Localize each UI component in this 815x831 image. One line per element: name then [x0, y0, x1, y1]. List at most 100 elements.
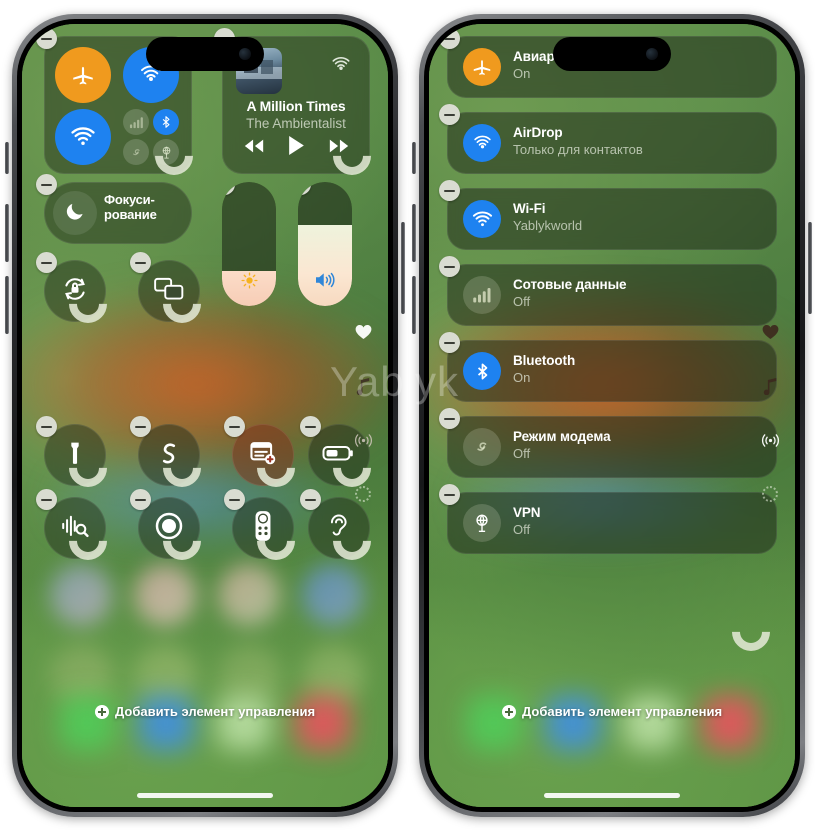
volume-slider[interactable]: [298, 182, 352, 306]
remove-badge-flashlight[interactable]: [36, 416, 57, 437]
list-item-cellular-data[interactable]: Сотовые данные Off: [439, 256, 777, 326]
volume-down-button-right[interactable]: [412, 276, 416, 334]
row-state: Off: [513, 294, 531, 309]
remove-badge-row-cellular[interactable]: [439, 256, 460, 277]
music-note-icon[interactable]: [762, 377, 778, 400]
connectivity-expanded-list: Авиарежим On AirDrop Только для контакто…: [439, 28, 777, 568]
personal-hotspot-toggle[interactable]: [123, 139, 149, 165]
airplane-icon: [70, 62, 96, 88]
resize-handle-remote[interactable]: [272, 537, 298, 563]
front-camera-right: [646, 48, 658, 60]
wifi-toggle[interactable]: [55, 109, 111, 165]
power-button[interactable]: [401, 222, 405, 314]
remove-badge-screen-mirroring[interactable]: [130, 252, 151, 273]
list-item-personal-hotspot[interactable]: Режим модема Off: [439, 408, 777, 478]
airplay-icon[interactable]: [328, 52, 354, 83]
remove-badge-row-bluetooth[interactable]: [439, 332, 460, 353]
resize-handle-shazam[interactable]: [178, 464, 204, 490]
remove-badge-shazam[interactable]: [130, 416, 151, 437]
shazam-tile[interactable]: [130, 416, 200, 486]
notes-tile[interactable]: [224, 416, 294, 486]
remove-badge-remote[interactable]: [224, 489, 245, 510]
vpn-icon: [463, 504, 501, 542]
bluetooth-toggle[interactable]: [153, 109, 179, 135]
list-item-vpn[interactable]: VPN Off: [439, 484, 777, 554]
home-indicator-right[interactable]: [544, 793, 680, 798]
iphone-right: Авиарежим On AirDrop Только для контакто…: [412, 14, 812, 817]
connectivity-icon[interactable]: [354, 432, 373, 454]
remove-badge-row-airdrop[interactable]: [439, 104, 460, 125]
remove-badge-screen-record[interactable]: [130, 489, 151, 510]
remove-badge-connectivity[interactable]: [36, 28, 57, 49]
resize-handle-sound-recognition[interactable]: [84, 537, 110, 563]
front-camera: [239, 48, 251, 60]
flashlight-tile[interactable]: [36, 416, 106, 486]
speaker-icon: [314, 271, 336, 294]
list-item-airdrop[interactable]: AirDrop Только для контактов: [439, 104, 777, 174]
silent-switch[interactable]: [5, 142, 9, 174]
resize-handle-notes[interactable]: [272, 464, 298, 490]
add-control-button-right[interactable]: Добавить элемент управления: [429, 704, 795, 719]
resize-handle-list[interactable]: [747, 628, 773, 654]
list-item-bluetooth[interactable]: Bluetooth On: [439, 332, 777, 402]
hearing-tile[interactable]: [300, 489, 370, 559]
volume-up-button[interactable]: [5, 204, 9, 262]
silent-switch-right[interactable]: [412, 142, 416, 174]
music-note-icon[interactable]: [355, 377, 371, 400]
resize-handle-hearing[interactable]: [348, 537, 374, 563]
add-control-button-left[interactable]: Добавить элемент управления: [22, 704, 388, 719]
bezel-left: A Million Times The Ambientalist Фокуси-…: [17, 19, 393, 812]
screen-mirroring-tile[interactable]: [130, 252, 200, 322]
connectivity-icon[interactable]: [761, 432, 780, 454]
resize-handle-screen-record[interactable]: [178, 537, 204, 563]
sound-recognition-tile[interactable]: [36, 489, 106, 559]
resize-handle-screen-mirroring[interactable]: [178, 300, 204, 326]
heart-icon[interactable]: [762, 324, 779, 345]
bluetooth-icon: [463, 352, 501, 390]
heart-icon[interactable]: [355, 324, 372, 345]
power-button-right[interactable]: [808, 222, 812, 314]
rotation-lock-tile[interactable]: [36, 252, 106, 322]
add-control-label: Добавить элемент управления: [521, 704, 723, 719]
dynamic-island-right: [553, 37, 671, 71]
home-indicator-left[interactable]: [137, 793, 273, 798]
play-icon[interactable]: [287, 135, 306, 161]
focus-tile[interactable]: Фокуси- рование: [36, 174, 192, 244]
page-rail-right: [753, 324, 787, 502]
resize-handle-rotation-lock[interactable]: [84, 300, 110, 326]
remove-badge-row-airplane[interactable]: [439, 28, 460, 49]
remove-badge-row-hotspot[interactable]: [439, 408, 460, 429]
hotspot-icon: [463, 428, 501, 466]
page-dot-icon[interactable]: [762, 486, 778, 502]
iphone-left: A Million Times The Ambientalist Фокуси-…: [5, 14, 405, 817]
cellular-data-toggle[interactable]: [123, 109, 149, 135]
resize-handle-now-playing[interactable]: [348, 152, 374, 178]
row-label: Сотовые данные: [513, 277, 627, 292]
airplane-mode-toggle[interactable]: [55, 47, 111, 103]
resize-handle-flashlight[interactable]: [84, 464, 110, 490]
rewind-icon[interactable]: [243, 138, 265, 159]
resize-handle-connectivity[interactable]: [170, 152, 196, 178]
row-label: Режим модема: [513, 429, 611, 444]
dynamic-island: [146, 37, 264, 71]
remove-badge-sound-recognition[interactable]: [36, 489, 57, 510]
brightness-slider[interactable]: [222, 182, 276, 306]
remove-badge-notes[interactable]: [224, 416, 245, 437]
airdrop-icon: [463, 124, 501, 162]
remove-badge-row-wifi[interactable]: [439, 180, 460, 201]
bluetooth-icon: [159, 115, 173, 129]
volume-down-button[interactable]: [5, 276, 9, 334]
remove-badge-focus[interactable]: [36, 174, 57, 195]
screen-record-tile[interactable]: [130, 489, 200, 559]
remove-badge-rotation-lock[interactable]: [36, 252, 57, 273]
focus-label-line1: Фокуси-: [104, 192, 155, 207]
remove-badge-hearing[interactable]: [300, 489, 321, 510]
sun-icon: [240, 272, 258, 294]
apple-tv-remote-tile[interactable]: [224, 489, 294, 559]
list-item-wifi[interactable]: Wi-Fi Yablykworld: [439, 180, 777, 250]
add-control-label: Добавить элемент управления: [114, 704, 316, 719]
remove-badge-row-vpn[interactable]: [439, 484, 460, 505]
page-dot-icon[interactable]: [355, 486, 371, 502]
volume-up-button-right[interactable]: [412, 204, 416, 262]
remove-badge-low-power[interactable]: [300, 416, 321, 437]
